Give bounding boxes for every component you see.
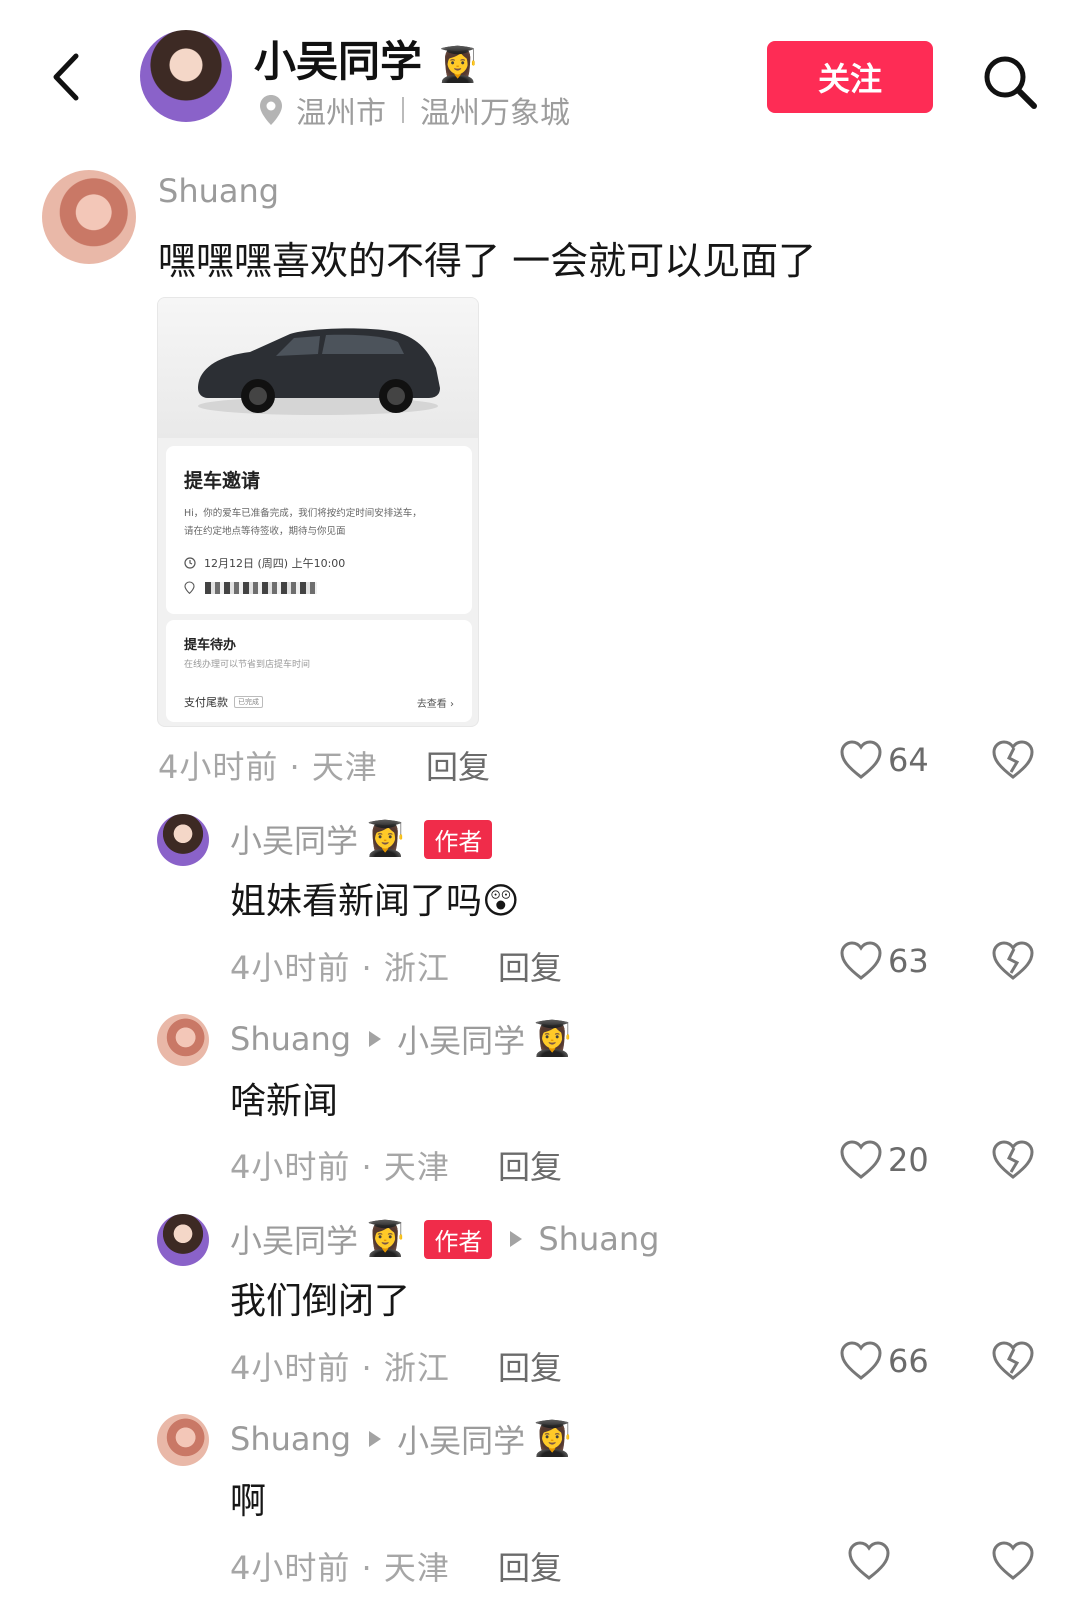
dislike-icon[interactable] <box>992 1541 1034 1585</box>
like-count: 64 <box>888 741 929 779</box>
reply-to-user[interactable]: Shuang <box>538 1220 659 1258</box>
dislike-icon[interactable] <box>992 941 1034 985</box>
like-count: 20 <box>888 1141 929 1179</box>
reply-to-arrow-icon <box>369 1431 382 1447</box>
invite-card: 提车邀请 Hi，你的爱车已准备完成，我们将按约定时间安排送车， 请在约定地点等待… <box>166 446 472 614</box>
todo-sub: 在线办理可以节省到店提车时间 <box>184 660 311 670</box>
invite-time: 12月12日 (周四) 上午10:00 <box>184 555 454 571</box>
heart-icon <box>840 740 882 779</box>
reply-meta: 4小时前 · 天津 <box>230 1549 450 1587</box>
graduate-emoji: 👩‍🎓 <box>364 819 407 859</box>
like-button[interactable] <box>848 1541 896 1581</box>
reply-to-arrow-icon <box>510 1231 523 1247</box>
reply-text: 我们倒闭了 <box>230 1281 411 1322</box>
back-icon[interactable] <box>46 50 86 104</box>
reply-button[interactable]: 回复 <box>498 1543 562 1589</box>
location-pin-icon <box>260 95 282 125</box>
reply-avatar[interactable] <box>157 1214 209 1266</box>
dislike-icon[interactable] <box>992 1341 1034 1385</box>
reply-to-user[interactable]: 小吴同学 <box>397 1016 525 1062</box>
heart-icon <box>840 1140 882 1179</box>
invite-address <box>184 581 454 594</box>
pay-row: 支付尾款 已完成 去查看 › <box>184 696 454 710</box>
graduate-emoji: 👩‍🎓 <box>436 45 479 85</box>
like-button[interactable]: 63 <box>840 941 929 981</box>
reply-text: 啊 <box>230 1481 267 1522</box>
comment-text: 嘿嘿嘿喜欢的不得了 一会就可以见面了 <box>158 239 817 283</box>
pay-status: 已完成 <box>234 696 263 708</box>
location[interactable]: 温州市 温州万象城 <box>258 88 570 132</box>
invite-body-1: Hi，你的爱车已准备完成，我们将按约定时间安排送车， <box>184 508 422 519</box>
invite-body-2: 请在约定地点等待签收，期待与你见面 <box>184 526 346 537</box>
comment-meta: 4小时前 · 天津 <box>158 748 378 786</box>
author-badge: 作者 <box>424 819 493 859</box>
reply-user[interactable]: Shuang <box>230 1020 351 1058</box>
location-pin-icon <box>184 581 195 594</box>
dislike-icon[interactable] <box>992 740 1034 784</box>
reply-meta: 4小时前 · 浙江 <box>230 1349 450 1387</box>
like-button[interactable]: 20 <box>840 1140 929 1180</box>
reply-meta: 4小时前 · 天津 <box>230 1148 450 1186</box>
like-button[interactable]: 66 <box>840 1341 929 1381</box>
reply-header: Shuang 小吴同学 👩‍🎓 <box>230 1416 573 1462</box>
reply-avatar[interactable] <box>157 1414 209 1466</box>
dislike-icon[interactable] <box>992 1140 1034 1184</box>
reply-user[interactable]: 小吴同学 <box>230 816 358 862</box>
todo-card: 提车待办 在线办理可以节省到店提车时间 支付尾款 已完成 去查看 › <box>166 620 472 722</box>
reply-button[interactable]: 回复 <box>426 742 490 788</box>
search-icon[interactable] <box>980 52 1040 112</box>
commenter-name[interactable]: Shuang <box>158 172 279 210</box>
reply-avatar[interactable] <box>157 814 209 866</box>
clock-icon <box>184 557 196 569</box>
car-photo <box>158 298 478 438</box>
reply-avatar[interactable] <box>157 1014 209 1066</box>
todo-title: 提车待办 <box>184 638 237 653</box>
reply-user[interactable]: Shuang <box>230 1420 351 1458</box>
location-divider <box>402 97 404 123</box>
car-image <box>198 328 440 415</box>
author-name[interactable]: 小吴同学 👩‍🎓 <box>254 28 479 89</box>
graduate-emoji: 👩‍🎓 <box>531 1419 574 1459</box>
author-badge: 作者 <box>424 1219 493 1259</box>
reply-text: 啥新闻 <box>230 1081 339 1122</box>
follow-button[interactable]: 关注 <box>767 41 933 113</box>
like-count: 66 <box>888 1342 929 1380</box>
like-count: 63 <box>888 942 929 980</box>
reply-to-user[interactable]: 小吴同学 <box>397 1416 525 1462</box>
reply-meta: 4小时前 · 浙江 <box>230 949 450 987</box>
reply-header: 小吴同学 👩‍🎓 作者 Shuang <box>230 1216 659 1262</box>
reply-text: 姐妹看新闻了吗😲 <box>230 881 520 922</box>
heart-icon <box>840 1341 882 1380</box>
like-button[interactable]: 64 <box>840 740 929 780</box>
reply-user[interactable]: 小吴同学 <box>230 1216 358 1262</box>
reply-header: Shuang 小吴同学 👩‍🎓 <box>230 1016 573 1062</box>
reply-header: 小吴同学 👩‍🎓 作者 <box>230 816 493 862</box>
shocked-emoji: 😲 <box>482 881 520 922</box>
blurred-address <box>205 581 317 594</box>
graduate-emoji: 👩‍🎓 <box>531 1019 574 1059</box>
graduate-emoji: 👩‍🎓 <box>364 1219 407 1259</box>
author-avatar[interactable] <box>140 30 232 122</box>
commenter-avatar[interactable] <box>42 170 136 264</box>
reply-button[interactable]: 回复 <box>498 1142 562 1188</box>
invite-title: 提车邀请 <box>184 470 261 492</box>
heart-icon <box>848 1541 890 1580</box>
reply-button[interactable]: 回复 <box>498 943 562 989</box>
reply-button[interactable]: 回复 <box>498 1343 562 1389</box>
comment-image[interactable]: 提车邀请 Hi，你的爱车已准备完成，我们将按约定时间安排送车， 请在约定地点等待… <box>157 297 479 727</box>
heart-icon <box>840 941 882 980</box>
reply-to-arrow-icon <box>369 1031 382 1047</box>
